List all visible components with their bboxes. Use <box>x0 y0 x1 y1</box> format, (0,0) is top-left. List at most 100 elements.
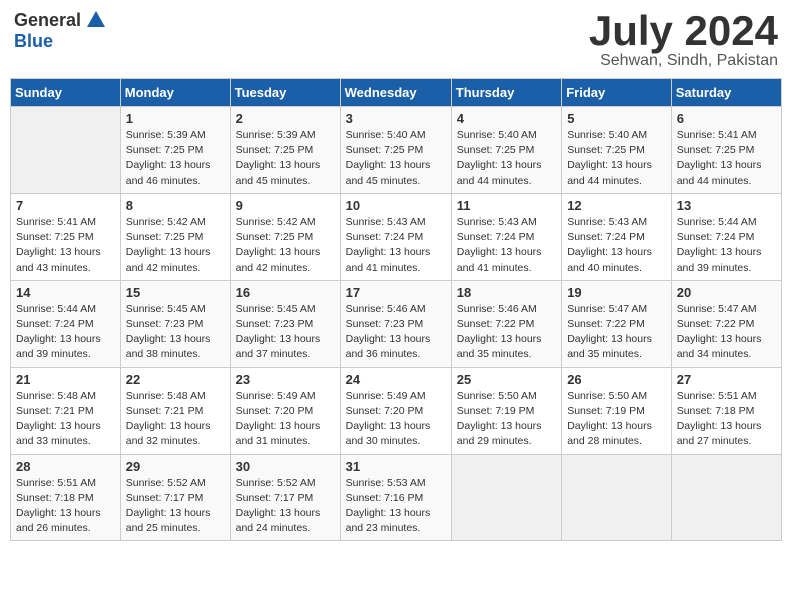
logo-blue-text: Blue <box>14 31 53 51</box>
day-detail: Sunrise: 5:50 AMSunset: 7:19 PMDaylight:… <box>567 389 666 450</box>
day-detail: Sunrise: 5:47 AMSunset: 7:22 PMDaylight:… <box>677 302 776 363</box>
column-header-friday: Friday <box>562 79 672 107</box>
calendar-cell: 19 Sunrise: 5:47 AMSunset: 7:22 PMDayligh… <box>562 280 672 367</box>
month-title: July 2024 <box>589 10 778 52</box>
day-detail: Sunrise: 5:42 AMSunset: 7:25 PMDaylight:… <box>126 215 225 276</box>
day-number: 5 <box>567 111 666 126</box>
day-detail: Sunrise: 5:46 AMSunset: 7:22 PMDaylight:… <box>457 302 556 363</box>
day-number: 26 <box>567 372 666 387</box>
column-header-saturday: Saturday <box>671 79 781 107</box>
calendar-cell <box>11 107 121 194</box>
logo-general-text: General <box>14 10 81 31</box>
day-number: 14 <box>16 285 115 300</box>
calendar-cell: 8 Sunrise: 5:42 AMSunset: 7:25 PMDaylight… <box>120 193 230 280</box>
day-number: 6 <box>677 111 776 126</box>
calendar-cell: 9 Sunrise: 5:42 AMSunset: 7:25 PMDaylight… <box>230 193 340 280</box>
column-header-thursday: Thursday <box>451 79 561 107</box>
calendar-row: 21 Sunrise: 5:48 AMSunset: 7:21 PMDayligh… <box>11 367 782 454</box>
calendar-cell: 16 Sunrise: 5:45 AMSunset: 7:23 PMDayligh… <box>230 280 340 367</box>
column-header-tuesday: Tuesday <box>230 79 340 107</box>
day-number: 27 <box>677 372 776 387</box>
day-number: 8 <box>126 198 225 213</box>
day-detail: Sunrise: 5:40 AMSunset: 7:25 PMDaylight:… <box>567 128 666 189</box>
day-number: 15 <box>126 285 225 300</box>
day-number: 9 <box>236 198 335 213</box>
day-detail: Sunrise: 5:45 AMSunset: 7:23 PMDaylight:… <box>236 302 335 363</box>
day-number: 13 <box>677 198 776 213</box>
calendar-cell: 4 Sunrise: 5:40 AMSunset: 7:25 PMDaylight… <box>451 107 561 194</box>
day-number: 3 <box>346 111 446 126</box>
day-number: 19 <box>567 285 666 300</box>
day-detail: Sunrise: 5:40 AMSunset: 7:25 PMDaylight:… <box>457 128 556 189</box>
day-detail: Sunrise: 5:39 AMSunset: 7:25 PMDaylight:… <box>126 128 225 189</box>
logo: General Blue <box>14 10 107 52</box>
calendar-cell <box>562 454 672 541</box>
calendar-cell: 27 Sunrise: 5:51 AMSunset: 7:18 PMDayligh… <box>671 367 781 454</box>
column-header-sunday: Sunday <box>11 79 121 107</box>
calendar-cell: 21 Sunrise: 5:48 AMSunset: 7:21 PMDayligh… <box>11 367 121 454</box>
day-number: 31 <box>346 459 446 474</box>
calendar-row: 28 Sunrise: 5:51 AMSunset: 7:18 PMDayligh… <box>11 454 782 541</box>
calendar-cell: 12Sunrise: 5:43 AMSunset: 7:24 PMDayligh… <box>562 193 672 280</box>
day-detail: Sunrise: 5:48 AMSunset: 7:21 PMDaylight:… <box>126 389 225 450</box>
calendar-cell <box>451 454 561 541</box>
calendar-row: 1 Sunrise: 5:39 AMSunset: 7:25 PMDaylight… <box>11 107 782 194</box>
calendar-cell: 6 Sunrise: 5:41 AMSunset: 7:25 PMDaylight… <box>671 107 781 194</box>
day-number: 1 <box>126 111 225 126</box>
day-number: 20 <box>677 285 776 300</box>
page-header: General Blue July 2024 Sehwan, Sindh, Pa… <box>10 10 782 70</box>
day-detail: Sunrise: 5:51 AMSunset: 7:18 PMDaylight:… <box>677 389 776 450</box>
calendar-cell: 11Sunrise: 5:43 AMSunset: 7:24 PMDayligh… <box>451 193 561 280</box>
day-detail: Sunrise: 5:45 AMSunset: 7:23 PMDaylight:… <box>126 302 225 363</box>
day-number: 24 <box>346 372 446 387</box>
column-header-monday: Monday <box>120 79 230 107</box>
calendar-row: 7Sunrise: 5:41 AMSunset: 7:25 PMDaylight… <box>11 193 782 280</box>
day-number: 2 <box>236 111 335 126</box>
calendar-cell: 26 Sunrise: 5:50 AMSunset: 7:19 PMDayligh… <box>562 367 672 454</box>
day-number: 23 <box>236 372 335 387</box>
day-detail: Sunrise: 5:50 AMSunset: 7:19 PMDaylight:… <box>457 389 556 450</box>
calendar-cell: 31Sunrise: 5:53 AMSunset: 7:16 PMDayligh… <box>340 454 451 541</box>
day-number: 25 <box>457 372 556 387</box>
calendar-cell: 25 Sunrise: 5:50 AMSunset: 7:19 PMDayligh… <box>451 367 561 454</box>
calendar-cell: 17 Sunrise: 5:46 AMSunset: 7:23 PMDayligh… <box>340 280 451 367</box>
calendar-header-row: SundayMondayTuesdayWednesdayThursdayFrid… <box>11 79 782 107</box>
calendar-cell: 24 Sunrise: 5:49 AMSunset: 7:20 PMDayligh… <box>340 367 451 454</box>
calendar-cell: 7Sunrise: 5:41 AMSunset: 7:25 PMDaylight… <box>11 193 121 280</box>
day-detail: Sunrise: 5:49 AMSunset: 7:20 PMDaylight:… <box>346 389 446 450</box>
day-detail: Sunrise: 5:52 AMSunset: 7:17 PMDaylight:… <box>126 476 225 537</box>
calendar-cell: 18 Sunrise: 5:46 AMSunset: 7:22 PMDayligh… <box>451 280 561 367</box>
day-number: 16 <box>236 285 335 300</box>
day-number: 4 <box>457 111 556 126</box>
day-detail: Sunrise: 5:49 AMSunset: 7:20 PMDaylight:… <box>236 389 335 450</box>
day-number: 12 <box>567 198 666 213</box>
calendar-cell: 30Sunrise: 5:52 AMSunset: 7:17 PMDayligh… <box>230 454 340 541</box>
calendar-cell: 15 Sunrise: 5:45 AMSunset: 7:23 PMDayligh… <box>120 280 230 367</box>
calendar-cell: 13 Sunrise: 5:44 AMSunset: 7:24 PMDayligh… <box>671 193 781 280</box>
day-number: 18 <box>457 285 556 300</box>
day-detail: Sunrise: 5:51 AMSunset: 7:18 PMDaylight:… <box>16 476 115 537</box>
calendar-cell: 2 Sunrise: 5:39 AMSunset: 7:25 PMDaylight… <box>230 107 340 194</box>
day-number: 28 <box>16 459 115 474</box>
calendar-cell: 23 Sunrise: 5:49 AMSunset: 7:20 PMDayligh… <box>230 367 340 454</box>
calendar-cell: 3 Sunrise: 5:40 AMSunset: 7:25 PMDaylight… <box>340 107 451 194</box>
day-detail: Sunrise: 5:39 AMSunset: 7:25 PMDaylight:… <box>236 128 335 189</box>
day-number: 7 <box>16 198 115 213</box>
calendar-cell: 22 Sunrise: 5:48 AMSunset: 7:21 PMDayligh… <box>120 367 230 454</box>
day-detail: Sunrise: 5:47 AMSunset: 7:22 PMDaylight:… <box>567 302 666 363</box>
day-detail: Sunrise: 5:52 AMSunset: 7:17 PMDaylight:… <box>236 476 335 537</box>
calendar-cell: 1 Sunrise: 5:39 AMSunset: 7:25 PMDaylight… <box>120 107 230 194</box>
day-number: 22 <box>126 372 225 387</box>
day-detail: Sunrise: 5:46 AMSunset: 7:23 PMDaylight:… <box>346 302 446 363</box>
logo-icon <box>85 9 107 31</box>
day-detail: Sunrise: 5:48 AMSunset: 7:21 PMDaylight:… <box>16 389 115 450</box>
day-number: 17 <box>346 285 446 300</box>
day-number: 21 <box>16 372 115 387</box>
day-detail: Sunrise: 5:42 AMSunset: 7:25 PMDaylight:… <box>236 215 335 276</box>
calendar-cell: 28 Sunrise: 5:51 AMSunset: 7:18 PMDayligh… <box>11 454 121 541</box>
day-detail: Sunrise: 5:44 AMSunset: 7:24 PMDaylight:… <box>677 215 776 276</box>
location-subtitle: Sehwan, Sindh, Pakistan <box>589 52 778 70</box>
column-header-wednesday: Wednesday <box>340 79 451 107</box>
day-detail: Sunrise: 5:40 AMSunset: 7:25 PMDaylight:… <box>346 128 446 189</box>
day-detail: Sunrise: 5:41 AMSunset: 7:25 PMDaylight:… <box>677 128 776 189</box>
